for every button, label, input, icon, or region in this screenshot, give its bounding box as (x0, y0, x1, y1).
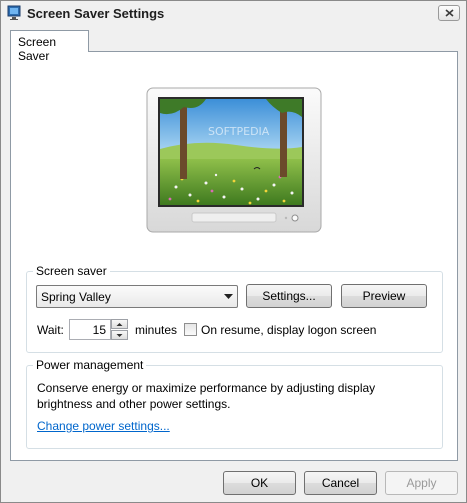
tab-screen-saver[interactable]: Screen Saver (10, 30, 89, 63)
on-resume-label[interactable]: On resume, display logon screen (201, 323, 376, 337)
spin-down-button[interactable] (111, 330, 128, 340)
apply-button[interactable]: Apply (385, 471, 458, 495)
chevron-down-icon (224, 294, 233, 299)
ok-button[interactable]: OK (223, 471, 296, 495)
wait-label: Wait: (37, 323, 64, 337)
wait-minutes-input[interactable]: 15 (69, 319, 111, 340)
preview-watermark: SOFTPEDIA (208, 125, 270, 138)
screen-saver-settings-window: Screen Saver Settings Screen Saver SOFTP… (0, 0, 467, 503)
wait-minutes-value: 15 (92, 323, 106, 337)
cancel-button[interactable]: Cancel (304, 471, 377, 495)
wait-stepper[interactable] (111, 319, 128, 340)
screen-saver-group-title: Screen saver (33, 264, 110, 278)
screen-saver-select[interactable]: Spring Valley (36, 285, 238, 308)
change-power-settings-link[interactable]: Change power settings... (37, 419, 170, 433)
chevron-up-icon (116, 323, 123, 326)
chevron-down-icon (116, 334, 123, 337)
power-description: Conserve energy or maximize performance … (37, 381, 376, 411)
display-settings-icon (7, 5, 21, 20)
preview-button[interactable]: Preview (341, 284, 427, 308)
selected-screen-saver: Spring Valley (41, 290, 111, 304)
tab-label: Screen Saver (18, 35, 57, 63)
close-button[interactable] (438, 5, 460, 21)
spin-up-button[interactable] (111, 319, 128, 329)
title-bar[interactable]: Screen Saver Settings (1, 1, 466, 27)
window-title: Screen Saver Settings (27, 6, 165, 21)
close-icon (445, 9, 454, 17)
screen-saver-preview: SOFTPEDIA (146, 87, 322, 233)
settings-button[interactable]: Settings... (246, 284, 332, 308)
power-management-group-title: Power management (33, 358, 147, 372)
minutes-label: minutes (135, 323, 178, 337)
on-resume-checkbox[interactable] (184, 323, 197, 336)
